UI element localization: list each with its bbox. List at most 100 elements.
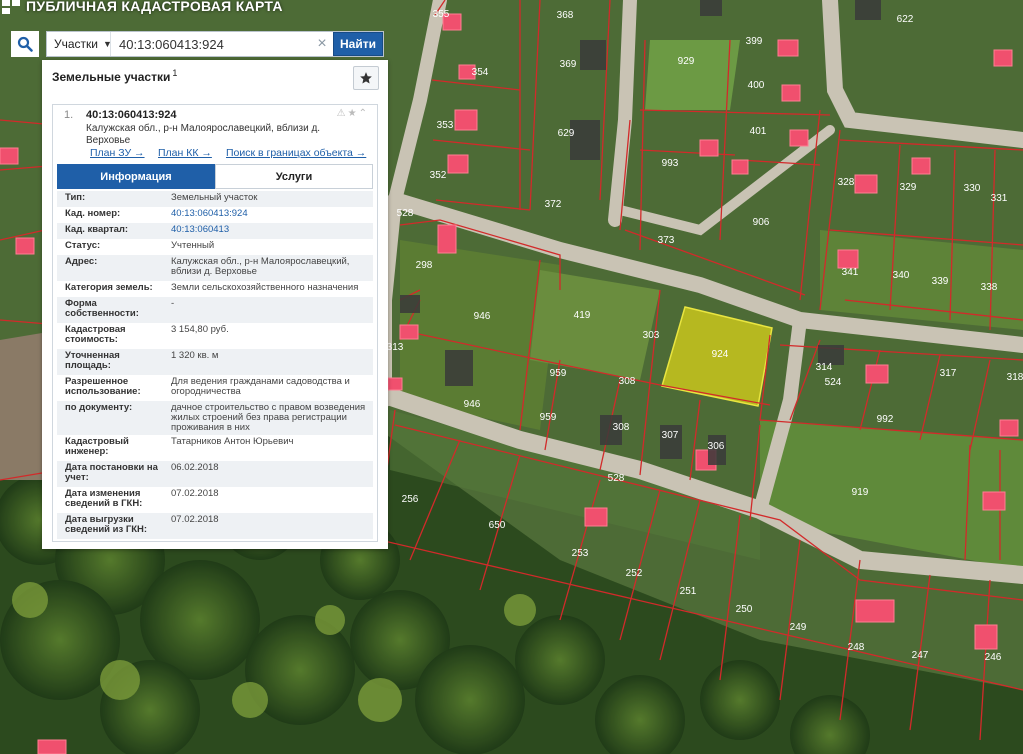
parcel-label: 249 [790, 622, 807, 633]
search-input[interactable] [111, 32, 311, 56]
parcel-label: 306 [708, 441, 725, 452]
star-icon [360, 72, 372, 84]
parcel-label: 303 [643, 330, 660, 341]
info-row: Дата изменения сведений в ГКН: 07.02.2018 [57, 487, 373, 513]
parcel-label: 246 [985, 652, 1002, 663]
parcel-label: 524 [825, 377, 842, 388]
parcel-label: 308 [613, 422, 630, 433]
info-row-label: Тип: [65, 192, 86, 203]
info-row-label: Статус: [65, 240, 101, 251]
info-row-label: Дата постановки на учет: [65, 462, 158, 483]
parcel-label: 355 [433, 9, 450, 20]
search-button[interactable] [11, 31, 39, 57]
card-action-icons[interactable]: ⚠★⌃ [337, 108, 369, 119]
parcel-label: 331 [991, 193, 1008, 204]
info-row-value: 07.02.2018 [171, 488, 219, 499]
parcel-label: 959 [540, 412, 557, 423]
favorite-button[interactable] [353, 66, 379, 90]
info-row-label: Дата изменения сведений в ГКН: [65, 488, 143, 509]
find-button[interactable]: Найти [333, 32, 383, 56]
info-row: Дата выгрузки сведений из ГКН: 07.02.2018 [57, 513, 373, 539]
parcel-label: 308 [619, 376, 636, 387]
parcel-label: 313 [387, 342, 404, 353]
card-number: 1. [64, 109, 74, 121]
parcel-label: 372 [545, 199, 562, 210]
warning-icon: ⚠ [336, 108, 348, 119]
parcel-label: 338 [981, 282, 998, 293]
info-row: Кад. номер: 40:13:060413:924 [57, 207, 373, 223]
info-row: Разрешенное использование: Для ведения гр… [57, 375, 373, 401]
search-type-dropdown[interactable]: Участки ▼ [47, 32, 112, 56]
info-row-value: - [171, 298, 175, 309]
parcel-label: 419 [574, 310, 591, 321]
info-row-label: Кад. квартал: [65, 224, 129, 235]
info-row-label: Кадастровая стоимость: [65, 324, 126, 345]
parcel-label: 373 [658, 235, 675, 246]
results-panel: Земельные участки 1 1. 40:13:060413:924 ⚠… [42, 60, 388, 549]
card-address: Калужская обл., р-н Малоярославецкий, вб… [86, 123, 321, 146]
parcel-label: 992 [877, 414, 894, 425]
clear-icon[interactable]: × [311, 35, 333, 53]
parcel-label: 247 [912, 650, 929, 661]
parcel-label: 906 [753, 217, 770, 228]
card-parcel-id[interactable]: 40:13:060413:924 [86, 109, 177, 121]
info-row-value: Калужская обл., р-н Малоярославецкий, вб… [171, 256, 350, 277]
tab-services[interactable]: Услуги [215, 164, 373, 189]
info-row-value[interactable]: 40:13:060413:924 [171, 209, 367, 219]
info-row-label: Уточненная площадь: [65, 350, 120, 371]
info-row-label: Категория земель: [65, 282, 153, 293]
info-row-label: Адрес: [65, 256, 98, 267]
parcel-label: 352 [430, 170, 447, 181]
parcel-label: 929 [678, 56, 695, 67]
info-row-value: 3 154,80 руб. [171, 324, 229, 335]
info-row-label: Дата выгрузки сведений из ГКН: [65, 514, 148, 535]
info-row: Кадастровый инженер: Татарников Антон Юрь… [57, 435, 373, 461]
tab-info[interactable]: Информация [57, 164, 215, 189]
parcel-label: 946 [474, 311, 491, 322]
parcel-label: 330 [964, 183, 981, 194]
info-row-value: 1 320 кв. м [171, 350, 219, 361]
info-row: Адрес: Калужская обл., р-н Малоярославецк… [57, 255, 373, 281]
search-icon [17, 36, 33, 52]
parcel-label: 252 [626, 568, 643, 579]
info-row-value[interactable]: 40:13:060413 [171, 225, 367, 235]
parcel-label: 307 [662, 430, 679, 441]
parcel-label: 924 [712, 349, 729, 360]
info-row-label: Кад. номер: [65, 208, 121, 219]
search-bar: Участки ▼ × Найти [46, 31, 384, 57]
info-row-value: дачное строительство с правом возведения… [171, 402, 366, 433]
parcel-label: 919 [852, 487, 869, 498]
info-row: Форма собственности: - [57, 297, 373, 323]
info-table: Тип: Земельный участок Кад. номер: 40:13:06… [57, 191, 373, 539]
link-search-bounds[interactable]: Поиск в границах объекта → [226, 147, 366, 159]
parcel-label: 317 [940, 368, 957, 379]
parcel-label: 368 [557, 10, 574, 21]
info-row-value: 06.02.2018 [171, 462, 219, 473]
parcel-label: 339 [932, 276, 949, 287]
parcel-label: 248 [848, 642, 865, 653]
parcel-card: 1. 40:13:060413:924 ⚠★⌃ Калужская обл., … [52, 104, 378, 542]
parcel-label: 341 [842, 267, 859, 278]
parcel-label: 256 [402, 494, 419, 505]
parcel-label: 401 [750, 126, 767, 137]
link-plan-zu[interactable]: План ЗУ → [90, 147, 145, 159]
info-row-label: Форма собственности: [65, 298, 139, 319]
map-title: ПУБЛИЧНАЯ КАДАСТРОВАЯ КАРТА [26, 0, 283, 14]
parcel-label: 354 [472, 67, 489, 78]
parcel-label: 353 [437, 120, 454, 131]
parcel-label: 528 [397, 208, 414, 219]
parcel-label: 253 [572, 548, 589, 559]
info-row: Тип: Земельный участок [57, 191, 373, 207]
parcel-label: 629 [558, 128, 575, 139]
info-row: Кад. квартал: 40:13:060413 [57, 223, 373, 239]
parcel-label: 622 [897, 14, 914, 25]
panel-title: Земельные участки 1 [52, 68, 178, 84]
info-row-value: Учтенный [171, 240, 215, 251]
parcel-label: 328 [838, 177, 855, 188]
parcel-label: 400 [748, 80, 765, 91]
info-row-label: Кадастровый инженер: [65, 436, 129, 457]
info-row: Кадастровая стоимость: 3 154,80 руб. [57, 323, 373, 349]
link-plan-kk[interactable]: План КК → [158, 147, 212, 159]
parcel-label: 959 [550, 368, 567, 379]
collapse-icon: ⌃ [358, 108, 369, 119]
